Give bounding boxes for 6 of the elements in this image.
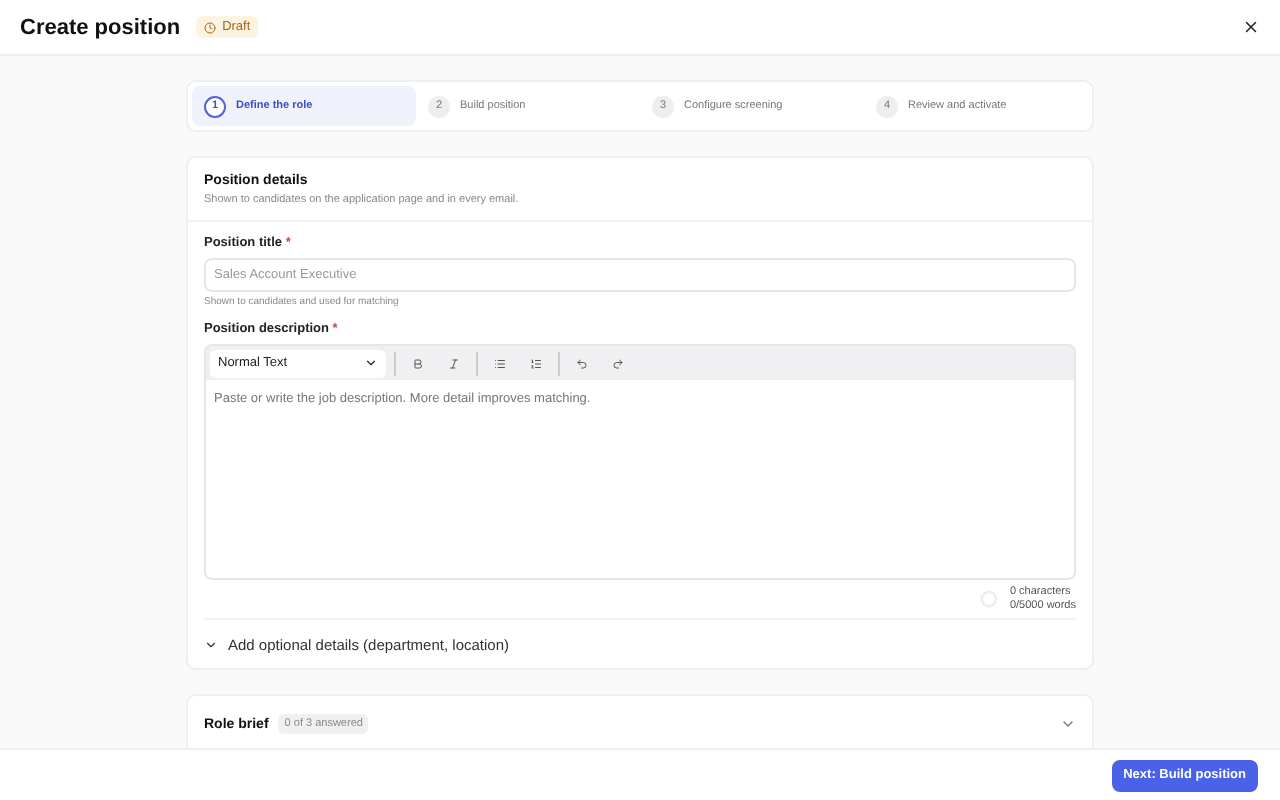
chevron-down-icon bbox=[364, 356, 378, 370]
expand-button[interactable] bbox=[1060, 716, 1076, 732]
chevron-icon bbox=[1060, 716, 1076, 732]
close-button[interactable] bbox=[1242, 18, 1260, 36]
chevron-icon bbox=[204, 638, 218, 652]
window-title: Create position bbox=[20, 15, 181, 39]
